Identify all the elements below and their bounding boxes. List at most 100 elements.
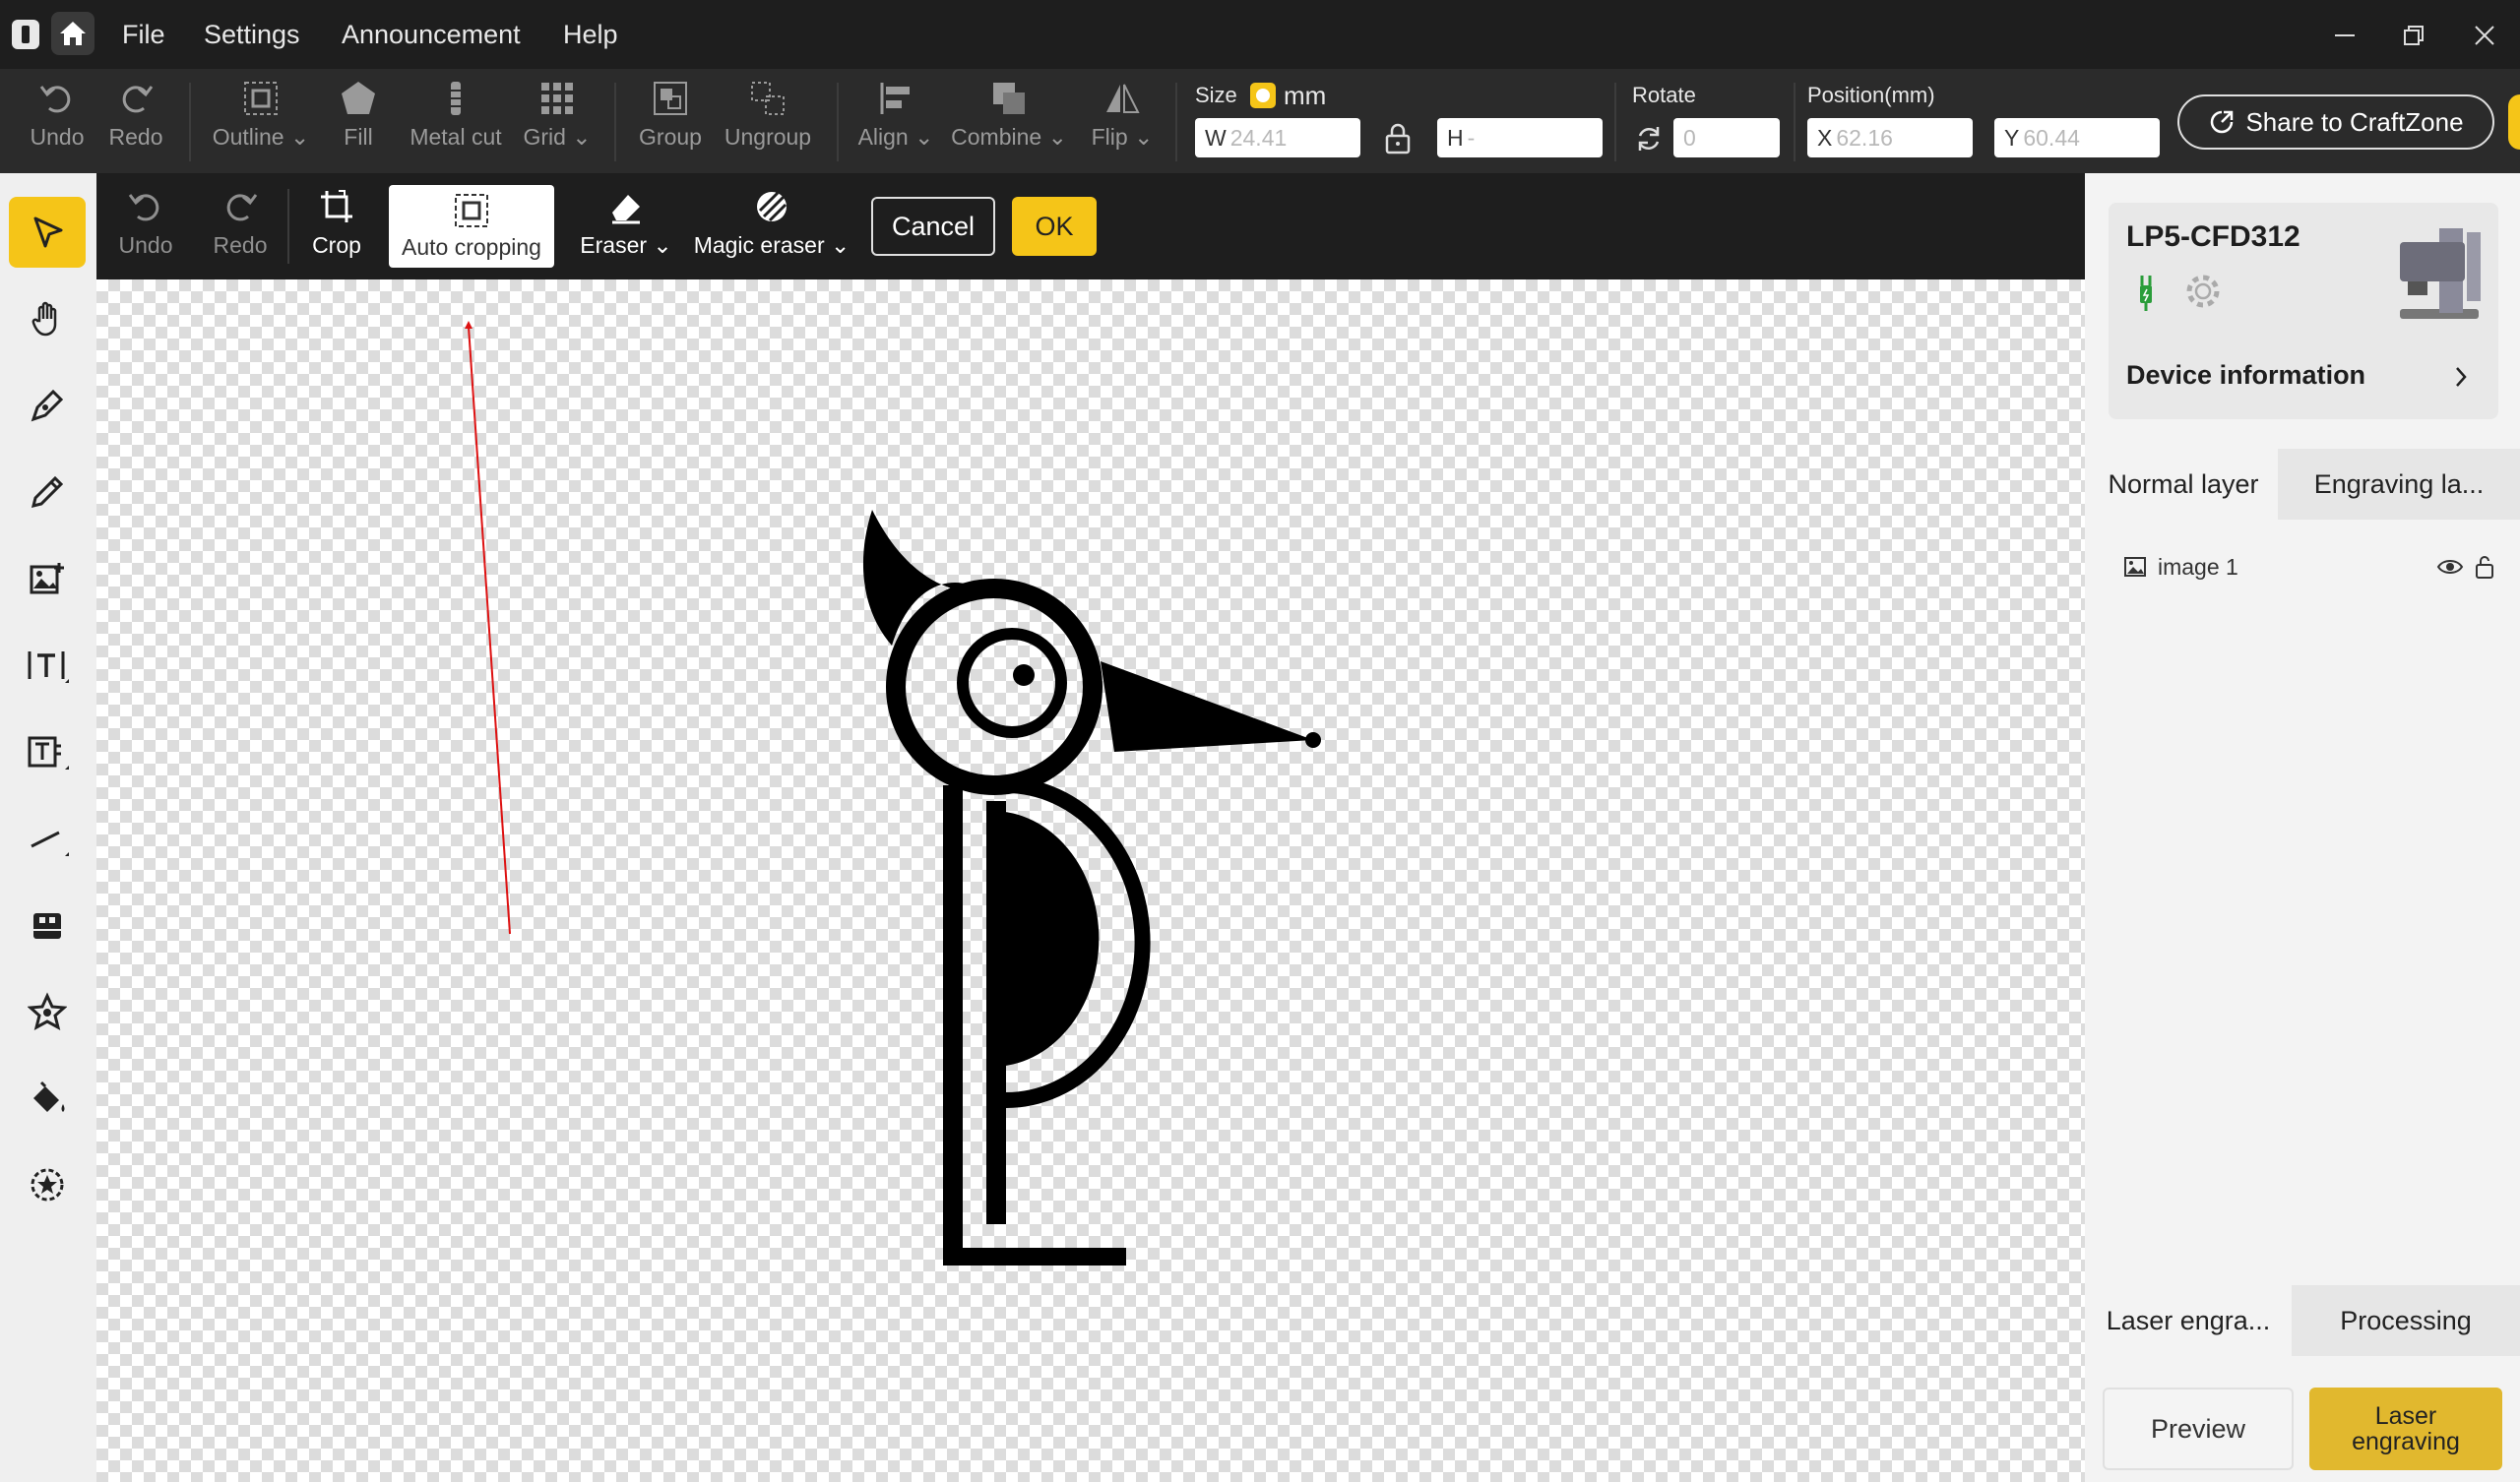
chevron-down-icon: ⌄	[284, 124, 310, 150]
menu-settings[interactable]: Settings	[204, 0, 300, 69]
position-label: Position(mm)	[1807, 83, 1935, 107]
height-input[interactable]: H-	[1437, 118, 1603, 157]
redo-icon	[122, 86, 154, 113]
gear-icon	[2186, 275, 2220, 308]
right-panel: LP5-CFD312 Device information Normal lay…	[2085, 173, 2520, 1482]
eye-icon[interactable]	[2435, 555, 2465, 579]
size-label: Size	[1195, 83, 1237, 107]
pencil-tool[interactable]	[9, 457, 86, 527]
undo-button[interactable]: Undo	[22, 79, 93, 167]
line-tool[interactable]	[9, 803, 86, 874]
rotate-input[interactable]: 0	[1673, 118, 1780, 157]
layer-name: image 1	[2158, 553, 2238, 580]
redo-label: Redo	[108, 124, 163, 150]
edit-redo-button[interactable]: Redo	[205, 187, 276, 266]
home-button[interactable]	[51, 12, 94, 55]
fill-label: Fill	[344, 124, 373, 150]
chevron-right-icon[interactable]	[2449, 362, 2473, 397]
magic-eraser-button[interactable]: Magic eraser ⌄	[693, 187, 850, 266]
undo-label: Undo	[30, 124, 85, 150]
metal-cut-label: Metal cut	[410, 124, 502, 150]
pan-tool[interactable]	[9, 283, 86, 354]
share-label: Share to CraftZone	[2245, 106, 2464, 137]
design-canvas[interactable]	[96, 279, 2085, 1482]
auto-cropping-button[interactable]: Auto cropping	[389, 185, 554, 268]
crop-button[interactable]: Crop	[299, 187, 374, 266]
guide-arrow-icon	[465, 321, 472, 329]
stamp-icon	[33, 913, 61, 939]
tab-processing[interactable]: Processing	[2292, 1285, 2520, 1356]
select-tool[interactable]	[9, 197, 86, 268]
metal-cut-icon	[451, 82, 461, 115]
rotate-icon	[1632, 122, 1666, 160]
y-position-input[interactable]: Y 60.44	[1994, 118, 2160, 157]
menu-file[interactable]: File	[122, 0, 165, 69]
close-button[interactable]	[2463, 14, 2506, 57]
share-icon	[2211, 110, 2234, 134]
group-label: Group	[639, 124, 702, 150]
group-icon	[654, 82, 687, 115]
edit-undo-button[interactable]: Undo	[110, 187, 181, 266]
combine-button[interactable]: Combine ⌄	[951, 79, 1067, 167]
outline-button[interactable]: Outline ⌄	[207, 79, 315, 167]
minimize-button[interactable]	[2323, 14, 2366, 57]
laser-engraving-button[interactable]: Laser engraving	[2309, 1388, 2502, 1470]
x-position-input[interactable]: X 62.16	[1807, 118, 1973, 157]
shape-tool[interactable]	[9, 976, 86, 1047]
rotate-label: Rotate	[1632, 83, 1696, 107]
text-block-icon	[28, 736, 69, 770]
table-text-tool[interactable]	[9, 716, 86, 787]
minimize-icon	[2335, 34, 2355, 36]
align-button[interactable]: Align ⌄	[854, 79, 937, 167]
add-image-tool[interactable]	[9, 543, 86, 614]
cancel-button[interactable]: Cancel	[871, 197, 995, 256]
device-settings-button[interactable]	[2183, 272, 2223, 316]
unlock-icon[interactable]	[2473, 554, 2496, 580]
tab-normal-layer[interactable]: Normal layer	[2105, 449, 2262, 520]
redo-button[interactable]: Redo	[100, 79, 171, 167]
main-toolbar: Undo Redo Outline ⌄ Fill Metal cut Grid …	[0, 69, 2520, 242]
preview-button[interactable]: Preview	[2103, 1388, 2294, 1470]
text-tool[interactable]	[9, 630, 86, 701]
lock-icon	[1385, 123, 1411, 154]
metal-cut-button[interactable]: Metal cut	[404, 79, 508, 167]
tab-laser-engraving[interactable]: Laser engra...	[2105, 1285, 2272, 1356]
ok-button[interactable]: OK	[1012, 197, 1097, 256]
title-bar: File Settings Announcement Help	[0, 0, 2520, 69]
toolbar-divider	[1175, 83, 1177, 161]
grid-button[interactable]: Grid ⌄	[520, 79, 595, 167]
menu-announcement[interactable]: Announcement	[342, 0, 521, 69]
flip-button[interactable]: Flip ⌄	[1087, 79, 1158, 167]
toolbar-divider	[837, 83, 839, 161]
pen-tool[interactable]	[9, 370, 86, 441]
aspect-lock-button[interactable]	[1382, 122, 1414, 160]
close-icon	[2475, 26, 2494, 45]
layer-item[interactable]: image 1	[2122, 547, 2506, 587]
line-icon	[31, 831, 69, 856]
eraser-button[interactable]: Eraser ⌄	[573, 187, 679, 266]
fill-tool[interactable]	[9, 1063, 86, 1134]
device-information-link[interactable]: Device information	[2126, 360, 2365, 391]
fill-button[interactable]: Fill	[327, 79, 390, 167]
chevron-down-icon: ⌄	[824, 232, 850, 258]
hand-icon	[32, 301, 57, 337]
material-library-tool[interactable]	[9, 1149, 86, 1220]
menu-help[interactable]: Help	[563, 0, 618, 69]
height-prefix: H	[1447, 125, 1464, 151]
ungroup-button[interactable]: Ungroup	[719, 79, 817, 167]
group-button[interactable]: Group	[632, 79, 709, 167]
ungroup-label: Ungroup	[724, 124, 812, 150]
combine-icon	[993, 83, 1025, 114]
laser-machine-image	[2400, 228, 2481, 319]
unit-toggle[interactable]	[1250, 83, 1276, 108]
woodpecker-image[interactable]	[862, 510, 1321, 1266]
share-to-craftzone-button[interactable]: Share to CraftZone	[2177, 94, 2494, 150]
tab-engraving-layer[interactable]: Engraving la...	[2278, 449, 2520, 520]
width-input[interactable]: W 24.41	[1195, 118, 1360, 157]
restore-button[interactable]	[2392, 14, 2435, 57]
toolbar-divider	[189, 83, 191, 161]
grid-label: Grid	[523, 124, 566, 150]
barcode-tool[interactable]	[9, 890, 86, 960]
undo-icon	[39, 86, 71, 113]
app-logo	[12, 20, 39, 49]
